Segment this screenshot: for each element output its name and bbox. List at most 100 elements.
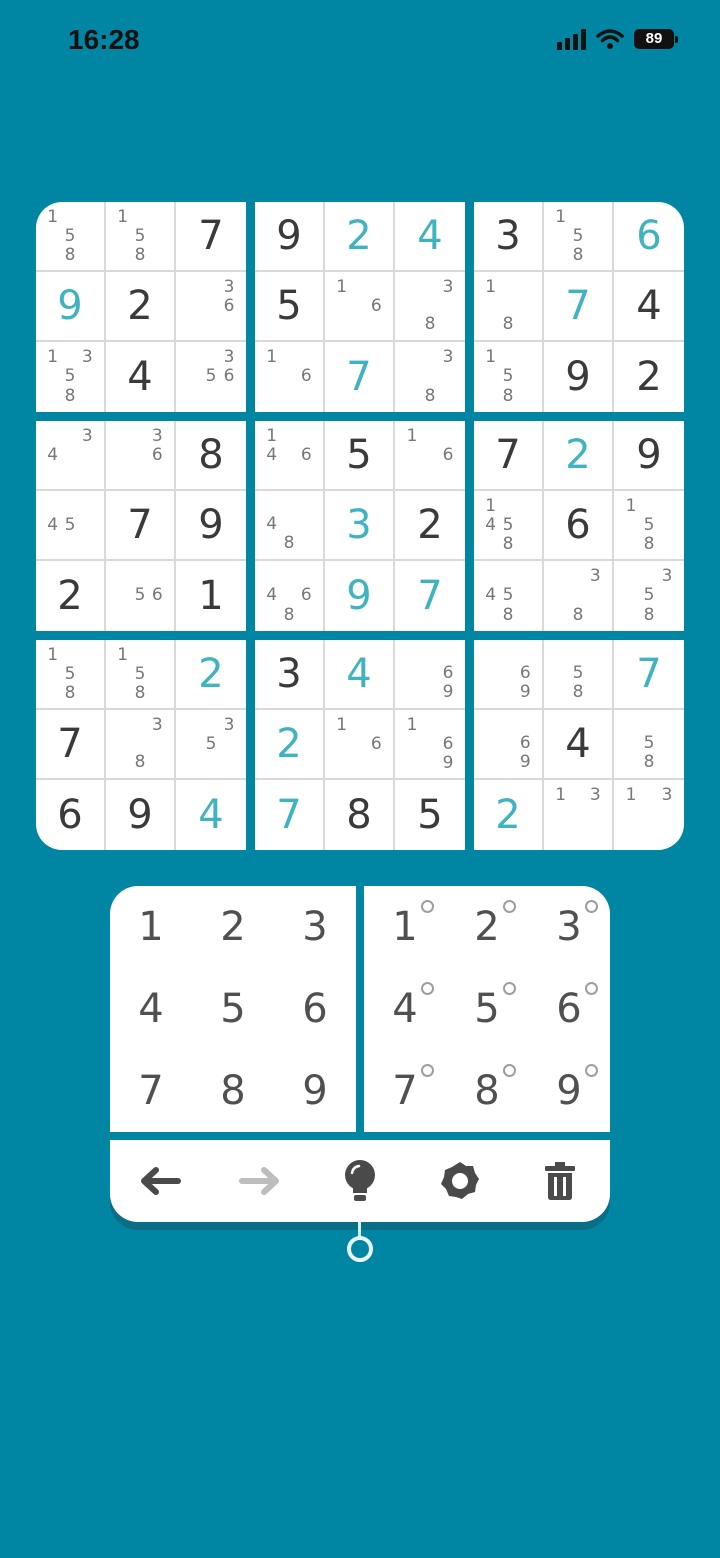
- note-key-6[interactable]: 6: [528, 968, 610, 1050]
- number-key-4[interactable]: 4: [110, 968, 192, 1050]
- board-cell[interactable]: 2: [544, 421, 614, 491]
- board-cell[interactable]: 16: [395, 421, 465, 491]
- board-cell[interactable]: 38: [395, 272, 465, 342]
- board-cell[interactable]: 69: [474, 640, 544, 710]
- board-cell[interactable]: 9: [544, 342, 614, 412]
- board-cell[interactable]: 13: [544, 780, 614, 850]
- board-cell[interactable]: 2: [614, 342, 684, 412]
- delete-button[interactable]: [530, 1151, 590, 1211]
- board-cell[interactable]: 13: [614, 780, 684, 850]
- board-cell[interactable]: 69: [474, 710, 544, 780]
- board-cell[interactable]: 7: [106, 491, 176, 561]
- board-cell[interactable]: 34: [36, 421, 106, 491]
- board-cell[interactable]: 2: [255, 710, 325, 780]
- note-key-3[interactable]: 3: [528, 886, 610, 968]
- board-cell[interactable]: 7: [544, 272, 614, 342]
- board-cell[interactable]: 7: [255, 780, 325, 850]
- board-cell[interactable]: 5: [395, 780, 465, 850]
- number-key-3[interactable]: 3: [274, 886, 356, 968]
- board-cell[interactable]: 9: [106, 780, 176, 850]
- board-cell[interactable]: 8: [325, 780, 395, 850]
- number-key-8[interactable]: 8: [192, 1050, 274, 1132]
- board-cell[interactable]: 48: [255, 491, 325, 561]
- board-cell[interactable]: 3: [474, 202, 544, 272]
- board-cell[interactable]: 1458: [474, 491, 544, 561]
- board-cell[interactable]: 5: [325, 421, 395, 491]
- note-key-7[interactable]: 7: [364, 1050, 446, 1132]
- board-cell[interactable]: 8: [176, 421, 246, 491]
- settings-button[interactable]: [430, 1151, 490, 1211]
- board-cell[interactable]: 7: [474, 421, 544, 491]
- board-cell[interactable]: 2: [176, 640, 246, 710]
- number-key-2[interactable]: 2: [192, 886, 274, 968]
- board-cell[interactable]: 1 69: [395, 710, 465, 780]
- board-cell[interactable]: 14 6: [255, 421, 325, 491]
- board-cell[interactable]: 2: [474, 780, 544, 850]
- board-cell[interactable]: 38: [395, 342, 465, 412]
- board-cell[interactable]: 36: [106, 421, 176, 491]
- board-cell[interactable]: 458: [474, 561, 544, 631]
- board-cell[interactable]: 5: [255, 272, 325, 342]
- number-key-9[interactable]: 9: [274, 1050, 356, 1132]
- board-cell[interactable]: 1 358: [36, 342, 106, 412]
- board-cell[interactable]: 158: [36, 202, 106, 272]
- number-key-5[interactable]: 5: [192, 968, 274, 1050]
- board-cell[interactable]: 6: [614, 202, 684, 272]
- board-cell[interactable]: 358: [614, 561, 684, 631]
- board-cell[interactable]: 38: [544, 561, 614, 631]
- number-key-7[interactable]: 7: [110, 1050, 192, 1132]
- board-cell[interactable]: 9: [176, 491, 246, 561]
- board-cell[interactable]: 158: [544, 202, 614, 272]
- board-cell[interactable]: 6: [544, 491, 614, 561]
- number-key-1[interactable]: 1: [110, 886, 192, 968]
- board-cell[interactable]: 2: [106, 272, 176, 342]
- board-cell[interactable]: 158: [36, 640, 106, 710]
- board-cell[interactable]: 7: [325, 342, 395, 412]
- board-cell[interactable]: 4: [106, 342, 176, 412]
- board-cell[interactable]: 4: [395, 202, 465, 272]
- board-cell[interactable]: 16: [325, 710, 395, 780]
- board-cell[interactable]: 158: [106, 640, 176, 710]
- board-cell[interactable]: 6: [36, 780, 106, 850]
- board-cell[interactable]: 2: [325, 202, 395, 272]
- board-cell[interactable]: 16: [325, 272, 395, 342]
- hint-button[interactable]: [330, 1151, 390, 1211]
- redo-button[interactable]: [230, 1151, 290, 1211]
- note-key-2[interactable]: 2: [446, 886, 528, 968]
- board-cell[interactable]: 9: [36, 272, 106, 342]
- note-key-9[interactable]: 9: [528, 1050, 610, 1132]
- note-key-5[interactable]: 5: [446, 968, 528, 1050]
- note-key-8[interactable]: 8: [446, 1050, 528, 1132]
- undo-button[interactable]: [130, 1151, 190, 1211]
- board-cell[interactable]: 158: [106, 202, 176, 272]
- board-cell[interactable]: 45: [36, 491, 106, 561]
- number-key-6[interactable]: 6: [274, 968, 356, 1050]
- board-cell[interactable]: 4: [325, 640, 395, 710]
- board-cell[interactable]: 4: [544, 710, 614, 780]
- board-cell[interactable]: 7: [36, 710, 106, 780]
- board-cell[interactable]: 4: [176, 780, 246, 850]
- board-cell[interactable]: 4 68: [255, 561, 325, 631]
- board-cell[interactable]: 7: [176, 202, 246, 272]
- drag-handle[interactable]: [347, 1236, 373, 1262]
- note-key-4[interactable]: 4: [364, 968, 446, 1050]
- note-key-1[interactable]: 1: [364, 886, 446, 968]
- board-cell[interactable]: 36: [176, 272, 246, 342]
- board-cell[interactable]: 1: [176, 561, 246, 631]
- board-cell[interactable]: 38: [106, 710, 176, 780]
- board-cell[interactable]: 9: [614, 421, 684, 491]
- board-cell[interactable]: 4: [614, 272, 684, 342]
- board-cell[interactable]: 35: [176, 710, 246, 780]
- board-cell[interactable]: 158: [614, 491, 684, 561]
- board-cell[interactable]: 2: [395, 491, 465, 561]
- board-cell[interactable]: 56: [106, 561, 176, 631]
- board-cell[interactable]: 356: [176, 342, 246, 412]
- board-cell[interactable]: 7: [614, 640, 684, 710]
- board-cell[interactable]: 69: [395, 640, 465, 710]
- board-cell[interactable]: 2: [36, 561, 106, 631]
- board-cell[interactable]: 3: [255, 640, 325, 710]
- board-cell[interactable]: 58: [614, 710, 684, 780]
- board-cell[interactable]: 158: [474, 342, 544, 412]
- board-cell[interactable]: 16: [255, 342, 325, 412]
- board-cell[interactable]: 3: [325, 491, 395, 561]
